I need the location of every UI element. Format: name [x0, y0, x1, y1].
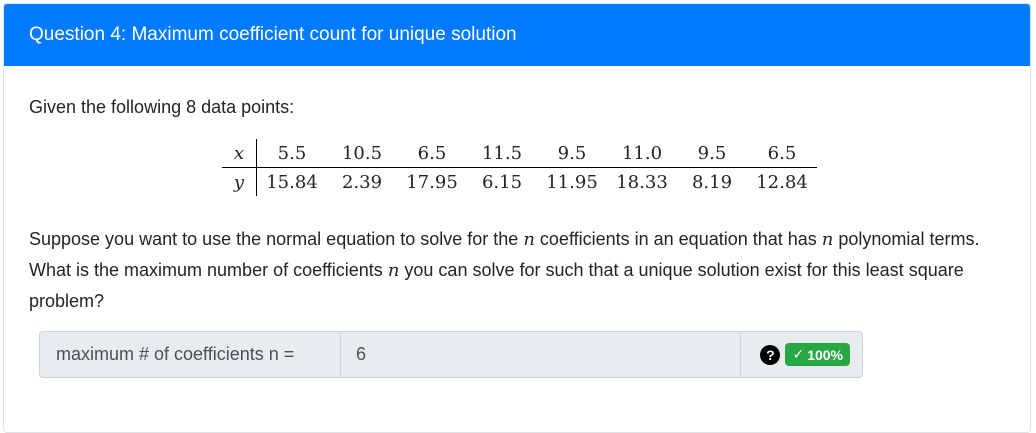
y-value: 18.33 — [616, 171, 668, 193]
data-points-table: x 5.5 10.5 6.5 11.5 9.5 11.0 9.5 6.5 y 1… — [222, 139, 817, 196]
x-value: 11.5 — [467, 139, 537, 168]
y-row-label: y — [222, 167, 257, 196]
x-value: 6.5 — [747, 139, 817, 168]
x-value: 11.0 — [607, 139, 677, 168]
n-variable: n — [387, 260, 400, 281]
question-card: Question 4: Maximum coefficient count fo… — [3, 3, 1031, 433]
y-value: 17.95 — [406, 171, 458, 193]
table-row-x: x 5.5 10.5 6.5 11.5 9.5 11.0 9.5 6.5 — [222, 139, 817, 168]
answer-input[interactable]: 6 — [341, 331, 741, 378]
question-part-1: Suppose you want to use the normal equat… — [29, 229, 524, 249]
x-value: 9.5 — [677, 139, 747, 168]
x-value: 5.5 — [256, 139, 327, 168]
question-mark-icon[interactable]: ? — [760, 344, 781, 365]
y-value: 15.84 — [266, 171, 318, 193]
score-badge: ✓ 100% — [785, 343, 850, 366]
y-value: 6.15 — [481, 171, 523, 193]
question-part-2: coefficients in an equation that has — [534, 229, 822, 249]
x-row-label: x — [222, 139, 257, 168]
question-text: Suppose you want to use the normal equat… — [29, 224, 1019, 316]
y-value: 12.84 — [756, 171, 808, 193]
x-value: 6.5 — [397, 139, 467, 168]
answer-label: maximum # of coefficients n = — [39, 331, 341, 378]
n-variable: n — [821, 229, 834, 250]
answer-input-group: maximum # of coefficients n = 6 ? ✓ 100% — [39, 331, 863, 378]
n-variable: n — [523, 229, 535, 250]
x-value: 9.5 — [537, 139, 607, 168]
score-text: 100% — [807, 346, 843, 363]
y-value: 2.39 — [341, 171, 383, 193]
check-icon: ✓ — [792, 346, 805, 362]
y-value: 8.19 — [691, 171, 733, 193]
x-value: 10.5 — [327, 139, 397, 168]
question-header: Question 4: Maximum coefficient count fo… — [4, 4, 1030, 66]
answer-feedback: ? ✓ 100% — [741, 331, 863, 378]
question-title: Question 4: Maximum coefficient count fo… — [29, 24, 517, 45]
intro-text: Given the following 8 data points: — [29, 97, 295, 117]
y-value: 11.95 — [546, 171, 598, 193]
table-row-y: y 15.84 2.39 17.95 6.15 11.95 18.33 8.19… — [222, 167, 817, 196]
